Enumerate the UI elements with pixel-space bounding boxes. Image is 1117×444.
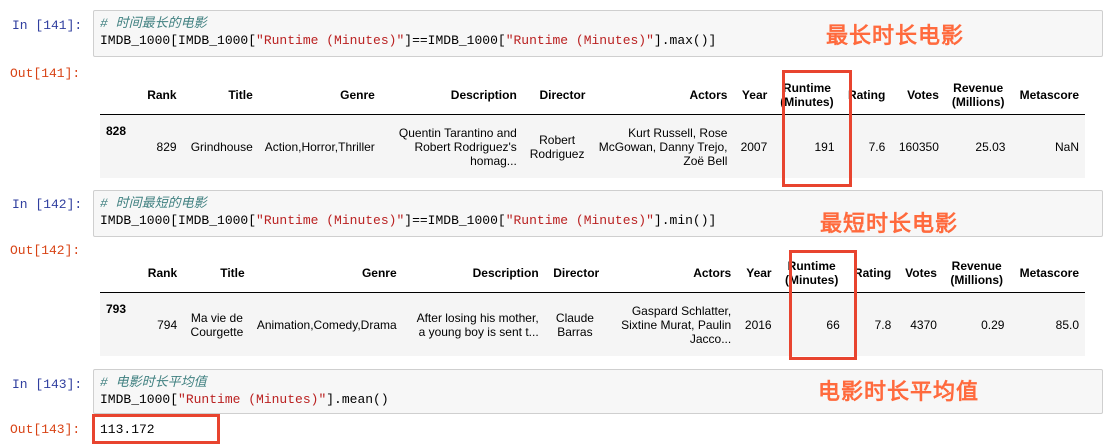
col-year: Year: [733, 76, 774, 115]
col-votes: Votes: [897, 254, 943, 293]
col-genre: Genre: [250, 254, 403, 293]
col-votes: Votes: [891, 76, 945, 115]
in-prompt-143: In [143]:: [12, 377, 83, 392]
annotation-shortest: 最短时长电影: [820, 212, 959, 237]
row-index: 828: [100, 114, 140, 178]
col-description: Description: [380, 76, 523, 115]
highlight-box-runtime-141: [782, 70, 852, 187]
col-description: Description: [402, 254, 545, 293]
col-rank: Rank: [140, 254, 184, 293]
col-genre: Genre: [258, 76, 381, 115]
code-comment: # 时间最长的电影: [100, 16, 207, 31]
col-director: Director: [522, 76, 592, 115]
table-row: 828 829 Grindhouse Action,Horror,Thrille…: [100, 114, 1085, 178]
in-prompt-142: In [142]:: [12, 197, 83, 212]
dataframe-output-141: Rank Title Genre Description Director Ac…: [100, 76, 1085, 178]
in-prompt-141: In [141]:: [12, 18, 83, 33]
out-prompt-141: Out[141]:: [10, 66, 81, 81]
col-title: Title: [183, 254, 251, 293]
code-comment: # 电影时长平均值: [100, 375, 207, 390]
col-metascore: Metascore: [1010, 254, 1085, 293]
col-year: Year: [737, 254, 778, 293]
highlight-box-mean: [92, 414, 220, 444]
col-revenue: Revenue (Millions): [942, 254, 1011, 293]
col-title: Title: [182, 76, 259, 115]
col-rank: Rank: [140, 76, 183, 115]
code-comment: # 时间最短的电影: [100, 196, 207, 211]
col-actors: Actors: [591, 76, 734, 115]
col-director: Director: [544, 254, 606, 293]
col-actors: Actors: [605, 254, 738, 293]
out-prompt-142: Out[142]:: [10, 243, 81, 258]
row-index: 793: [100, 292, 140, 356]
highlight-box-runtime-142: [789, 250, 857, 360]
annotation-mean: 电影时长平均值: [818, 380, 980, 405]
out-prompt-143: Out[143]:: [10, 422, 81, 437]
table-row: 793 794 Ma vie de Courgette Animation,Com…: [100, 292, 1085, 356]
col-metascore: Metascore: [1011, 76, 1085, 115]
dataframe-output-142: Rank Title Genre Description Director Ac…: [100, 254, 1085, 356]
col-revenue: Revenue (Millions): [944, 76, 1012, 115]
annotation-longest: 最长时长电影: [826, 24, 965, 49]
